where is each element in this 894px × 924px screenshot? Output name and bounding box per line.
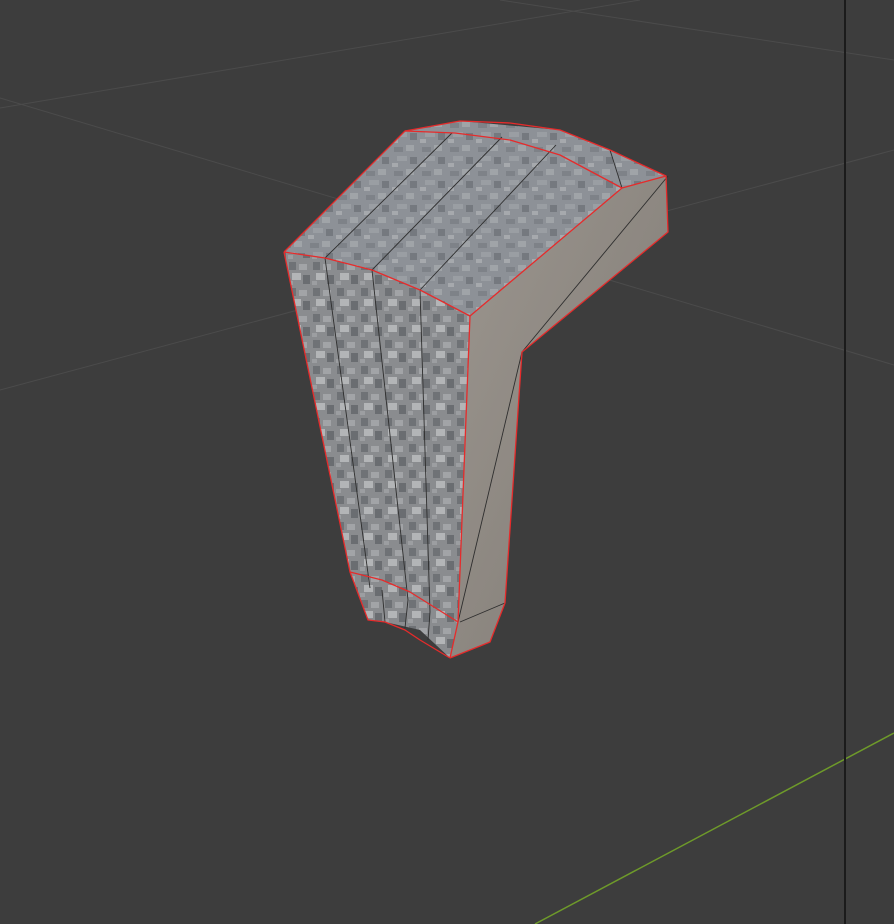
viewport-canvas[interactable]	[0, 0, 894, 924]
3d-viewport[interactable]	[0, 0, 894, 924]
